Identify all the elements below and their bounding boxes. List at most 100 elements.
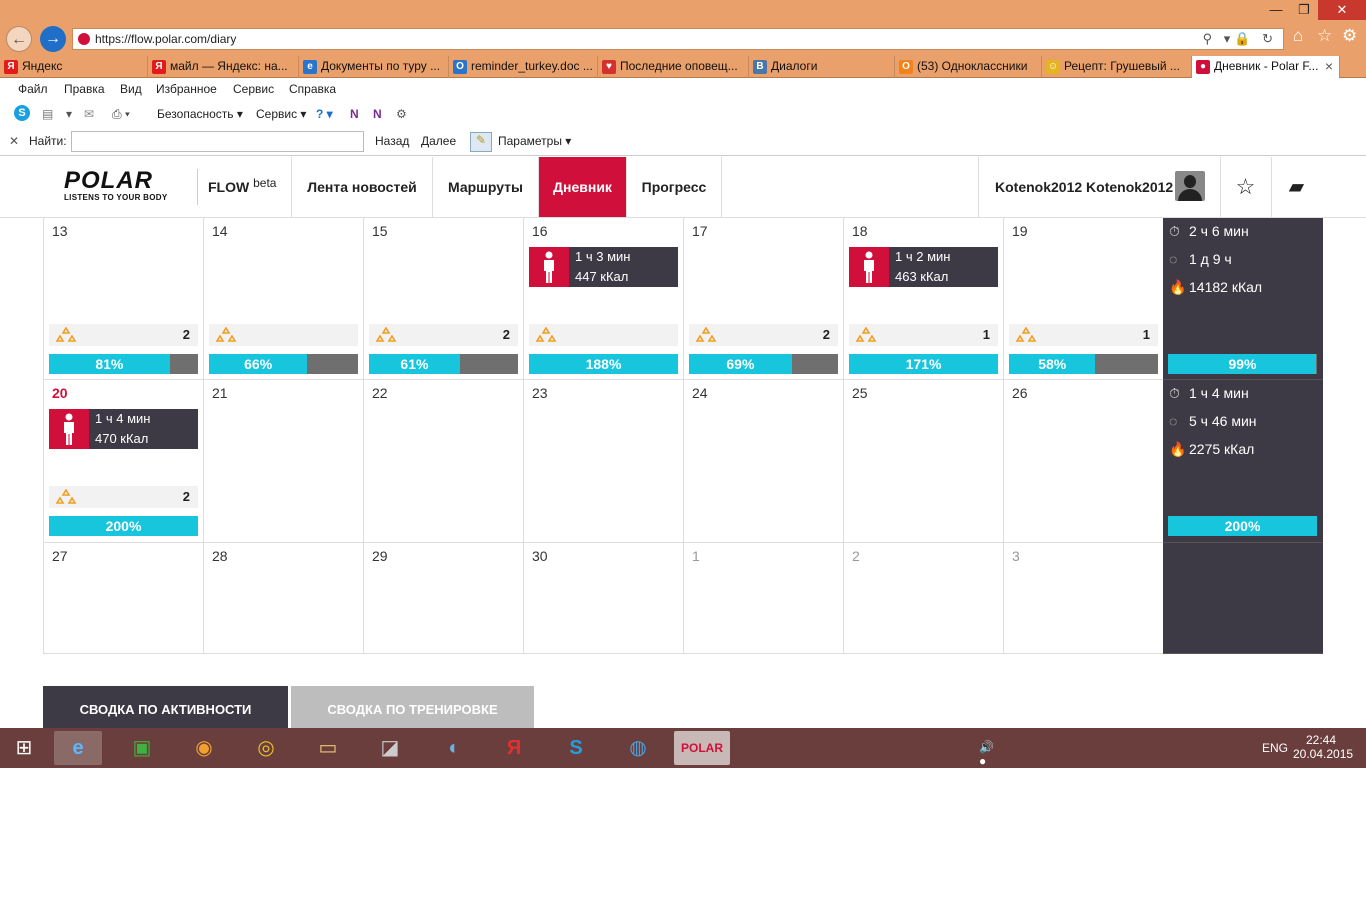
activity-progress-bar[interactable]: 61%: [369, 354, 518, 374]
browser-tab[interactable]: ☺ Рецепт: Грушевый ...: [1042, 56, 1192, 78]
help-icon[interactable]: ? ▾: [316, 107, 333, 121]
media-icon[interactable]: ◍: [616, 731, 660, 765]
day-cell[interactable]: 14 66%: [204, 218, 364, 380]
forward-icon[interactable]: →: [40, 26, 66, 52]
menu-view[interactable]: Вид: [120, 82, 142, 96]
close-tab-icon[interactable]: ×: [1325, 56, 1333, 77]
dropdown-icon[interactable]: ▾: [66, 107, 72, 121]
activity-progress-bar[interactable]: 69%: [689, 354, 838, 374]
clock[interactable]: 22:44 20.04.2015: [1293, 733, 1353, 761]
browser-tab[interactable]: Oreminder_turkey.doc ...: [449, 56, 598, 78]
day-cell[interactable]: 29: [364, 543, 524, 654]
research-icon[interactable]: ⚙: [396, 107, 407, 121]
browser-tab[interactable]: ● Дневник - Polar F... ×: [1192, 56, 1340, 78]
nav-diary[interactable]: Дневник: [538, 157, 626, 217]
day-cell[interactable]: 22: [364, 380, 524, 543]
messages-icon[interactable]: ▰: [1271, 157, 1321, 217]
back-icon[interactable]: ←: [6, 26, 32, 52]
week-summary[interactable]: [1163, 543, 1323, 654]
maps-icon[interactable]: ◪: [368, 731, 412, 765]
lang-indicator[interactable]: ENG: [1262, 741, 1288, 755]
restore-icon[interactable]: ❐: [1290, 0, 1318, 20]
find-options-button[interactable]: Параметры ▾: [498, 134, 571, 148]
picasa-icon[interactable]: ◉: [182, 731, 226, 765]
close-find-icon[interactable]: ✕: [9, 134, 19, 148]
tab-training-summary[interactable]: СВОДКА ПО ТРЕНИРОВКЕ: [291, 686, 534, 728]
activity-progress-bar[interactable]: 81%: [49, 354, 198, 374]
print-icon[interactable]: ⎙ ▾: [112, 107, 130, 122]
highlight-icon[interactable]: ✎: [470, 132, 492, 152]
menu-favorites[interactable]: Избранное: [156, 82, 217, 96]
training-session[interactable]: 1 ч 4 мин 470 кКал: [49, 409, 198, 449]
day-cell[interactable]: 30: [524, 543, 684, 654]
day-cell[interactable]: 19 1 58%: [1004, 218, 1164, 380]
day-cell[interactable]: 23: [524, 380, 684, 543]
day-cell[interactable]: 1: [684, 543, 844, 654]
activity-progress-bar[interactable]: 188%: [529, 354, 678, 374]
day-cell[interactable]: 26: [1004, 380, 1164, 543]
day-cell[interactable]: 20 1 ч 4 мин 470 кКал 2 200%: [44, 380, 204, 543]
day-cell[interactable]: 16 1 ч 3 мин 447 кКал 188%: [524, 218, 684, 380]
nav-routes[interactable]: Маршруты: [432, 157, 538, 217]
store-icon[interactable]: ▣: [120, 731, 164, 765]
activity-progress-bar[interactable]: 58%: [1009, 354, 1158, 374]
favorites-star-icon[interactable]: ☆: [1317, 26, 1332, 46]
address-tools-icon[interactable]: ⚲ ▾🔒 ↻: [1203, 29, 1277, 49]
day-cell[interactable]: 17 2 69%: [684, 218, 844, 380]
day-cell[interactable]: 18 1 ч 2 мин 463 кКал 1 171%: [844, 218, 1004, 380]
avatar[interactable]: [1175, 171, 1205, 201]
day-cell[interactable]: 15 2 61%: [364, 218, 524, 380]
day-cell[interactable]: 25: [844, 380, 1004, 543]
rss-icon[interactable]: ▤: [42, 107, 53, 121]
day-cell[interactable]: 24: [684, 380, 844, 543]
favorites-star-icon[interactable]: ☆: [1220, 157, 1270, 217]
close-window-icon[interactable]: ✕: [1318, 0, 1366, 20]
menu-tools[interactable]: Сервис: [233, 82, 274, 96]
mail-icon[interactable]: ✉: [84, 107, 94, 121]
chrome-icon[interactable]: ◎: [244, 731, 288, 765]
tray-icons[interactable]: 🔊 ● ▣ ◧ ◀ ▬ ▭ ↯ ▤ ▥ ◔ ⚑ ▦: [979, 740, 994, 922]
onenote-send-icon[interactable]: N: [373, 107, 382, 121]
day-cell[interactable]: 2: [844, 543, 1004, 654]
day-cell[interactable]: 28: [204, 543, 364, 654]
service-menu[interactable]: Сервис ▾: [256, 107, 306, 121]
settings-gear-icon[interactable]: ⚙: [1342, 26, 1357, 46]
week-summary[interactable]: ⏱ 1 ч 4 мин ◌ 5 ч 46 мин 🔥 2275 кКал 200%: [1163, 380, 1323, 543]
polar-logo[interactable]: POLAR LISTENS TO YOUR BODY: [64, 169, 190, 203]
browser-tab[interactable]: В Диалоги: [749, 56, 895, 78]
training-session[interactable]: 1 ч 3 мин 447 кКал: [529, 247, 678, 287]
find-next-button[interactable]: Далее: [421, 134, 456, 148]
nav-progress[interactable]: Прогресс: [626, 157, 722, 217]
menu-file[interactable]: Файл: [18, 82, 48, 96]
polar-flowsync-icon[interactable]: POLAR: [674, 731, 730, 765]
ie-icon[interactable]: e: [54, 731, 102, 765]
browser-tab[interactable]: О (53) Одноклассники: [895, 56, 1042, 78]
security-menu[interactable]: Безопасность ▾: [157, 107, 243, 121]
day-cell[interactable]: 3: [1004, 543, 1164, 654]
find-input[interactable]: [71, 131, 364, 152]
day-cell[interactable]: 13 2 81%: [44, 218, 204, 380]
browser-tab[interactable]: e Документы по туру ...: [299, 56, 449, 78]
week-summary[interactable]: ⏱ 2 ч 6 мин ◌ 1 д 9 ч 🔥 14182 кКал 99%: [1163, 218, 1323, 380]
activity-progress-bar[interactable]: 66%: [209, 354, 358, 374]
day-cell[interactable]: 21: [204, 380, 364, 543]
activity-progress-bar[interactable]: 200%: [49, 516, 198, 536]
start-icon[interactable]: ⊞: [2, 731, 46, 765]
browser-tab[interactable]: Ямайл — Яндекс: на...: [148, 56, 299, 78]
minimize-icon[interactable]: —: [1262, 0, 1290, 20]
yandex-browser-icon[interactable]: Я: [492, 731, 536, 765]
tab-activity-summary[interactable]: СВОДКА ПО АКТИВНОСТИ: [43, 686, 288, 728]
home-icon[interactable]: ⌂: [1293, 26, 1303, 46]
find-back-button[interactable]: Назад: [375, 134, 409, 148]
onenote-icon[interactable]: N: [350, 107, 359, 121]
browser-tab[interactable]: ♥ Последние оповещ...: [598, 56, 749, 78]
address-bar[interactable]: https://flow.polar.com/diary ⚲ ▾🔒 ↻: [72, 28, 1284, 50]
skype-icon[interactable]: S: [14, 105, 30, 121]
day-cell[interactable]: 27: [44, 543, 204, 654]
browser-tab[interactable]: Я Яндекс: [0, 56, 148, 78]
nav-news-feed[interactable]: Лента новостей: [291, 157, 432, 217]
explorer-icon[interactable]: ▭: [306, 731, 350, 765]
skype-taskbar-icon[interactable]: S: [554, 731, 598, 765]
training-session[interactable]: 1 ч 2 мин 463 кКал: [849, 247, 998, 287]
menu-help[interactable]: Справка: [289, 82, 336, 96]
